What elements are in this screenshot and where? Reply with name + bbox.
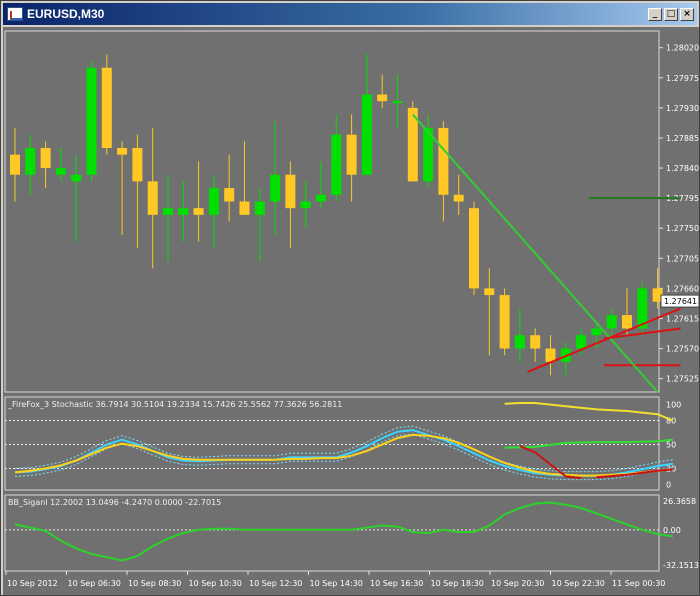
- time-label: 10 Sep 20:30: [491, 579, 544, 588]
- price-label: 1.27525: [666, 375, 699, 384]
- price-label: 1.27840: [666, 164, 699, 173]
- candle-body: [117, 147, 128, 155]
- price-label: 1.27660: [666, 284, 699, 293]
- candle-body: [270, 174, 281, 202]
- time-label: 10 Sep 22:30: [552, 579, 605, 588]
- chart-area[interactable]: 1.28020 1.27975 1.27930 1.27885 1.27840 1.277…: [3, 27, 699, 595]
- candle-body: [254, 201, 265, 215]
- candle-body: [71, 174, 82, 182]
- candle-body: [55, 168, 66, 175]
- minimize-button[interactable]: _: [648, 7, 662, 21]
- candle-body: [346, 134, 357, 175]
- candle-body: [193, 208, 204, 215]
- price-panel[interactable]: 1.28020 1.27975 1.27930 1.27885 1.27840 1.277…: [3, 27, 699, 595]
- candle-body: [163, 208, 173, 215]
- stochastic-level-label: 50: [666, 441, 676, 450]
- candle-body: [530, 335, 541, 349]
- candle-body: [132, 147, 143, 182]
- stochastic-level-label: 0: [666, 480, 671, 489]
- time-label: 10 Sep 06:30: [68, 579, 121, 588]
- candle-body: [622, 315, 632, 329]
- candle-body: [361, 94, 372, 175]
- candle-body: [591, 328, 602, 336]
- time-label: 10 Sep 18:30: [431, 579, 484, 588]
- candle-body: [224, 188, 235, 202]
- candle-body: [453, 194, 464, 202]
- time-label: 10 Sep 16:30: [370, 579, 423, 588]
- candle-body: [101, 67, 112, 148]
- stochastic-level-label: 100: [666, 401, 681, 410]
- candle-body: [208, 188, 219, 215]
- time-label: 10 Sep 10:30: [189, 579, 242, 588]
- price-label: 1.27615: [666, 314, 699, 323]
- price-label: 1.27885: [666, 134, 699, 143]
- candle-body: [469, 208, 479, 289]
- candle-body: [285, 174, 296, 209]
- time-label: 10 Sep 12:30: [249, 579, 302, 588]
- price-label: 1.28020: [666, 44, 699, 53]
- candle-body: [86, 67, 97, 175]
- price-label: 1.27975: [666, 74, 699, 83]
- candle-body: [331, 134, 342, 195]
- price-label: 1.27705: [666, 254, 699, 263]
- price-label: 1.27930: [666, 104, 699, 113]
- bb-signal-tick: 26.3658: [663, 497, 696, 506]
- candle-body: [438, 127, 449, 195]
- close-button[interactable]: ×: [680, 7, 694, 21]
- chart-canvas[interactable]: 1.28020 1.27975 1.27930 1.27885 1.27840 1.277…: [3, 27, 699, 595]
- window-title: EURUSD,M30: [27, 7, 105, 21]
- candle-body: [178, 208, 189, 215]
- price-label: 1.27570: [666, 345, 699, 354]
- time-label: 10 Sep 2012: [7, 579, 58, 588]
- candle-body: [377, 94, 388, 102]
- chart-app-icon: [7, 7, 23, 21]
- candle-body: [25, 147, 36, 175]
- candle-body: [40, 147, 51, 169]
- candle-body: [10, 154, 20, 175]
- candle-body: [514, 335, 525, 349]
- time-label: 10 Sep 14:30: [310, 579, 363, 588]
- candle-body: [499, 295, 510, 349]
- candle-body: [316, 194, 326, 202]
- price-label: 1.27750: [666, 224, 699, 233]
- candle-body: [576, 335, 587, 349]
- current-price-label: 1.27641: [664, 297, 697, 306]
- title-bar[interactable]: EURUSD,M30 _ □ ×: [3, 3, 697, 25]
- candle-body: [239, 201, 250, 215]
- candle-body: [147, 181, 158, 215]
- candle-body: [300, 201, 311, 209]
- time-label: 11 Sep 00:30: [612, 579, 665, 588]
- candle-body: [484, 288, 495, 296]
- candle-body: [606, 315, 617, 329]
- time-label: 10 Sep 08:30: [128, 579, 181, 588]
- candle-body: [392, 101, 403, 104]
- bb-signal-label: BB_Siganl 12.2002 13.0496 -4.2470 0.0000…: [8, 498, 221, 507]
- bb-signal-tick: 0.00: [663, 526, 681, 535]
- chart-window: EURUSD,M30 _ □ × 1.28020 1.27975 1.27930 1.…: [0, 0, 700, 596]
- bb-signal-tick: -32.1513: [663, 561, 699, 570]
- stochastic-label: _FireFox_3 Stochastic 36.7914 30.5104 19…: [7, 400, 342, 409]
- maximize-button[interactable]: □: [664, 7, 678, 21]
